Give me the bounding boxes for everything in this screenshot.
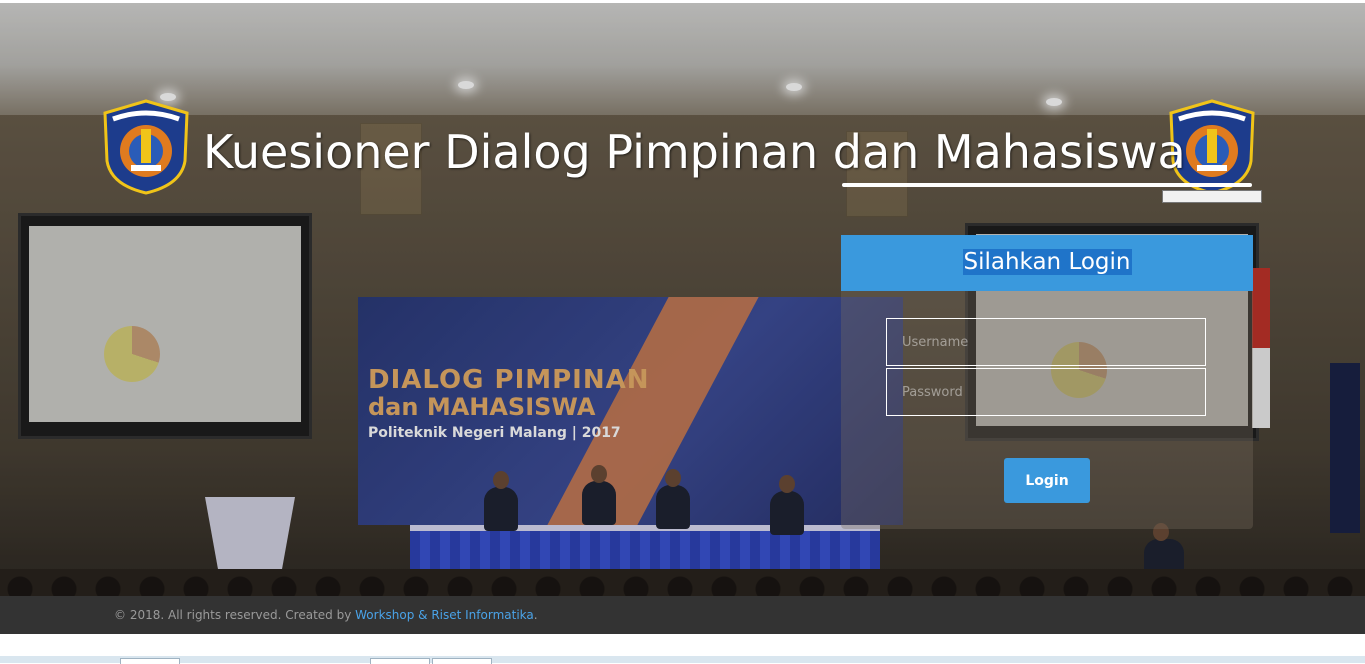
background-photo: DIALOG PIMPINAN dan MAHASISWA Politeknik…: [0, 3, 1365, 596]
password-input[interactable]: [886, 368, 1206, 416]
footer-text: © 2018. All rights reserved. Created by …: [114, 608, 538, 622]
login-heading: Silahkan Login: [962, 249, 1132, 275]
browser-bottom-strip: [0, 656, 1365, 663]
page-title: Kuesioner Dialog Pimpinan dan Mahasiswa: [203, 125, 1186, 179]
footer-credit-link[interactable]: Workshop & Riset Informatika: [355, 608, 534, 622]
taskbar-button[interactable]: [120, 658, 180, 664]
login-button[interactable]: Login: [1004, 458, 1090, 503]
polinema-logo-left: [103, 99, 189, 195]
login-panel: Silahkan Login Login: [841, 235, 1253, 529]
taskbar-button[interactable]: [370, 658, 430, 664]
footer-suffix: .: [533, 608, 538, 622]
footer: © 2018. All rights reserved. Created by …: [0, 596, 1365, 634]
logo-ribbon: [1162, 190, 1262, 203]
footer-copyright: © 2018. All rights reserved. Created by: [114, 608, 356, 622]
username-input[interactable]: [886, 318, 1206, 366]
title-underline: [842, 183, 1252, 187]
login-header: Silahkan Login: [841, 235, 1253, 291]
taskbar-button[interactable]: [432, 658, 492, 664]
